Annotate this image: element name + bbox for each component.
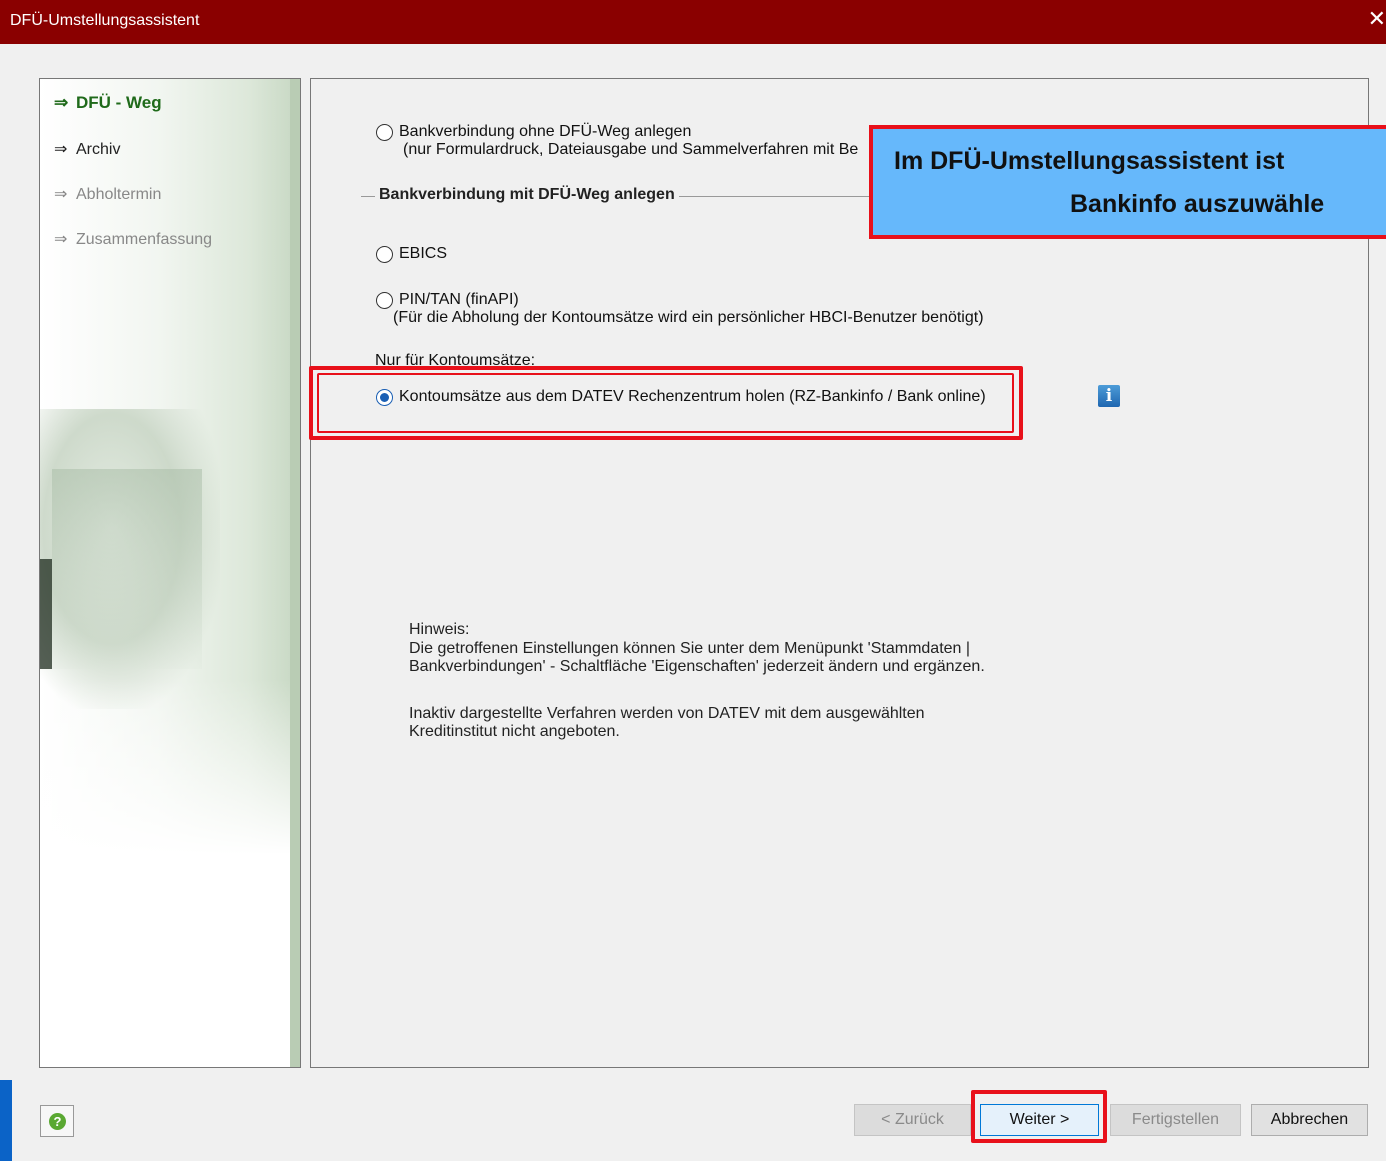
info-icon[interactable]: i: [1098, 385, 1120, 407]
arrow-right-icon: ⇒: [54, 231, 68, 248]
callout-line-2: Bankinfo auszuwähle: [1070, 190, 1325, 218]
nav-item-dfu-weg[interactable]: ⇒ DFÜ - Weg: [54, 93, 162, 113]
hint-line-4: Kreditinstitut nicht angeboten.: [409, 723, 620, 740]
option-ebics[interactable]: EBICS: [376, 245, 447, 263]
option-pintan[interactable]: PIN/TAN (finAPI) (Für die Abholung der K…: [376, 291, 984, 327]
nav-item-label: Zusammenfassung: [76, 231, 213, 248]
group-label-with-dfu: Bankverbindung mit DFÜ-Weg anlegen: [375, 186, 679, 204]
hint-text: Hinweis: Die getroffenen Einstellungen k…: [409, 621, 985, 742]
nav-item-zusammenfassung[interactable]: ⇒ Zusammenfassung: [54, 229, 212, 249]
nav-item-label: Archiv: [76, 141, 121, 158]
radio-without-dfu[interactable]: [376, 124, 393, 141]
monitor-illustration-edge: [40, 559, 52, 669]
option-ebics-label: EBICS: [399, 245, 448, 262]
highlight-rz-option-inner: [317, 373, 1014, 433]
nav-item-abholtermin[interactable]: ⇒ Abholtermin: [54, 184, 161, 204]
cancel-button[interactable]: Abbrechen: [1251, 1104, 1368, 1136]
hint-line-2: Bankverbindungen' - Schaltfläche 'Eigens…: [409, 658, 985, 675]
title-bar: DFÜ-Umstellungsassistent ✕: [0, 0, 1386, 44]
panel-fade: [40, 679, 300, 1067]
hint-title: Hinweis:: [409, 621, 470, 638]
nav-item-label: Abholtermin: [76, 186, 162, 203]
radio-pintan[interactable]: [376, 292, 393, 309]
arrow-right-icon: ⇒: [54, 141, 68, 158]
finish-button[interactable]: Fertigstellen: [1110, 1104, 1241, 1136]
close-icon[interactable]: ✕: [1368, 8, 1386, 30]
hint-line-3: Inaktiv dargestellte Verfahren werden vo…: [409, 704, 925, 722]
option-without-dfu-label: Bankverbindung ohne DFÜ-Weg anlegen: [399, 123, 692, 140]
arrow-right-icon: ⇒: [54, 186, 68, 203]
radio-ebics[interactable]: [376, 246, 393, 263]
help-button[interactable]: ?: [40, 1105, 74, 1137]
monitor-illustration-shade: [52, 469, 202, 669]
highlight-next-button: [971, 1090, 1107, 1143]
option-without-dfu[interactable]: Bankverbindung ohne DFÜ-Weg anlegen (nur…: [376, 123, 858, 159]
window-title: DFÜ-Umstellungsassistent: [10, 12, 200, 29]
panel-stripe: [290, 79, 300, 1067]
arrow-right-icon: ⇒: [54, 93, 69, 112]
wizard-step-panel: ⇒ DFÜ - Weg ⇒ Archiv ⇒ Abholtermin ⇒ Zusamme…: [39, 78, 301, 1068]
nav-item-archiv[interactable]: ⇒ Archiv: [54, 139, 120, 159]
option-pintan-label: PIN/TAN (finAPI): [399, 291, 519, 308]
nav-item-label: DFÜ - Weg: [76, 93, 162, 112]
hint-line-1: Die getroffenen Einstellungen können Sie…: [409, 639, 971, 657]
callout-line-1: Im DFÜ-Umstellungsassistent ist: [894, 147, 1285, 175]
back-button[interactable]: < Zurück: [854, 1104, 971, 1136]
option-pintan-sub: (Für die Abholung der Kontoumsätze wird …: [393, 309, 984, 326]
help-icon: ?: [49, 1113, 66, 1130]
option-without-dfu-sub: (nur Formulardruck, Dateiausgabe und Sam…: [403, 141, 859, 158]
instruction-callout: Im DFÜ-Umstellungsassistent ist Bankinfo…: [869, 125, 1386, 239]
desktop-edge: [0, 1080, 12, 1161]
